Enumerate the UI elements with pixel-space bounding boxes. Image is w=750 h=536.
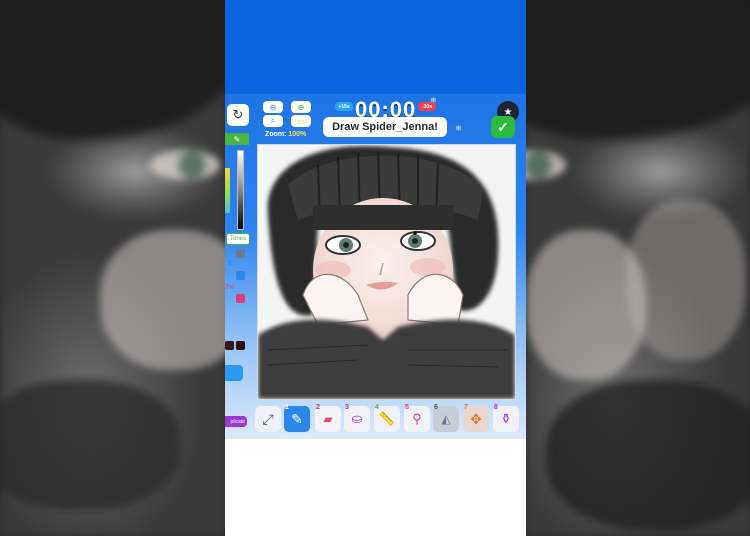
redo-button[interactable]: ↻ [227,104,249,126]
move-icon: ✥ [470,410,482,427]
recent-color-swatch[interactable] [236,341,245,350]
tool-stamp[interactable]: 8 ⚱ [493,404,519,432]
blurred-background-left [0,0,225,536]
mirror-icon: ◭ [441,412,451,426]
zoom-out-button[interactable]: ⊖ [263,101,283,113]
zoom-indicator: Zoom: 100% [265,131,307,138]
brightness-slider[interactable] [237,150,244,230]
ruler-icon: 📏 [378,411,396,426]
eyedropper-icon: ⚲ [412,411,422,426]
zoom-out-icon: ⊖ [269,102,277,112]
drawing-artwork [258,145,515,399]
tool-fill[interactable]: 3 ⛀ [344,404,370,432]
tool-ruler[interactable]: 4 📏 [374,404,400,432]
tool-expand[interactable]: ⤢ [255,406,281,432]
color-panel-header[interactable]: ✎ [225,133,249,145]
expand-icon: ⤢ [262,410,274,427]
opacity-button[interactable] [236,271,245,280]
tool-eraser[interactable]: 2 ▰ [315,404,341,432]
blurred-background-right [526,0,750,536]
tool-bar: ⤢ 1 ✎ 2 ▰ 3 ⛀ 4 📏 5 ⚲ 6 ◭ 7 ✥ 8 ⚱ [225,404,526,436]
size-label: 5 [228,261,232,267]
recent-color-swatch[interactable] [225,341,234,350]
top-banner [225,0,526,94]
eraser-icon: ▰ [323,412,333,426]
color-panel: ✎ Tones 5 7% plicate [225,133,250,433]
frame-icon: ▭ [297,116,305,126]
tool-pencil[interactable]: 1 ✎ [284,404,310,432]
brush-icon: ✎ [233,134,241,144]
zoom-reset-button[interactable]: ▭ [291,115,311,127]
zoom-in-button[interactable]: ⊕ [291,101,311,113]
redo-icon: ↻ [232,107,244,122]
hue-picker[interactable] [225,168,230,213]
tool-mirror[interactable]: 6 ◭ [433,404,459,432]
submit-drawing-button[interactable]: ✓ [491,116,515,138]
zoom-fit-button[interactable]: ⌕ [263,115,283,127]
pencil-icon: ✎ [291,410,303,427]
add-time-badge[interactable]: +15s [335,102,353,111]
reduce-time-badge[interactable]: -30s [418,102,436,111]
color-apply-button[interactable] [225,365,243,381]
zoom-in-icon: ⊕ [297,102,305,112]
magnifier-icon: ⌕ [270,116,276,125]
color-swatch[interactable] [236,249,245,258]
stamp-icon: ⚱ [500,411,512,426]
tool-eyedropper[interactable]: 5 ⚲ [404,404,430,432]
game-screen: ❄ ❄ ❄ ❄ ↻ ⊖ ⊕ ⌕ ▭ Zoom: 100% +15s 00:00 … [225,0,526,536]
tool-move[interactable]: 7 ✥ [463,404,489,432]
layer-button[interactable] [236,294,245,303]
tones-button[interactable]: Tones [226,233,250,245]
drawing-prompt: Draw Spider_Jenna! [323,117,447,137]
opacity-label: 7% [225,285,234,291]
drawing-canvas[interactable] [257,144,516,400]
checkmark-icon: ✓ [497,118,509,135]
fill-bucket-icon: ⛀ [351,411,363,426]
